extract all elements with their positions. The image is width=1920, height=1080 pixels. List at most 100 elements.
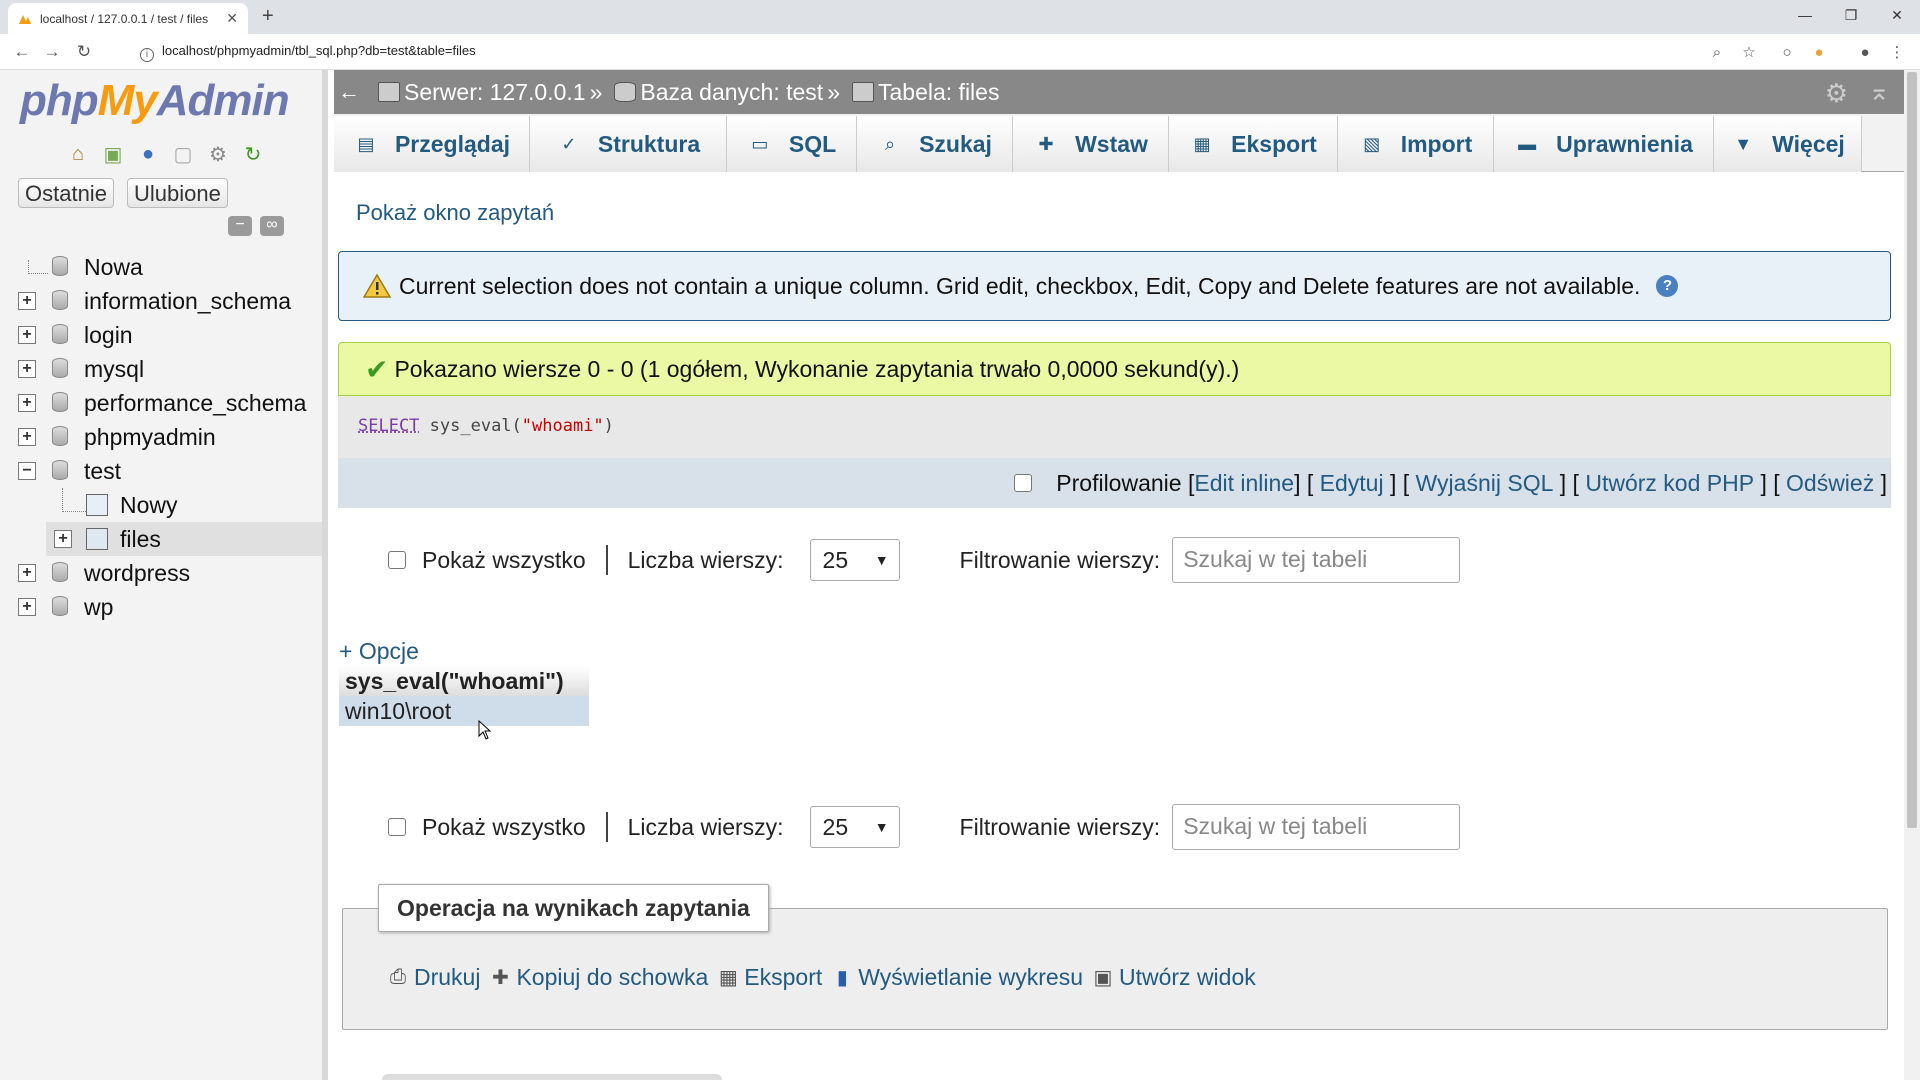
database-icon (52, 596, 68, 616)
edit-inline-link[interactable]: Edit inline (1194, 470, 1294, 497)
tab-import[interactable]: ▧ Import (1338, 116, 1494, 172)
recent-tables-button[interactable]: Ostatnie (18, 178, 114, 208)
expand-icon[interactable]: + (18, 360, 36, 378)
logout-icon[interactable]: ▣ (99, 140, 127, 168)
page-scrollbar[interactable] (1904, 70, 1920, 1080)
export-link[interactable]: ▦ Eksport (716, 964, 822, 991)
tab-more[interactable]: ▼ Więcej (1714, 116, 1862, 172)
minimize-button[interactable]: — (1782, 0, 1828, 30)
rows-per-page-select[interactable]: 25 ▼ (809, 539, 900, 581)
tree-item-wp[interactable]: + wp (0, 590, 322, 624)
breadcrumb-separator: » (589, 78, 603, 105)
close-tab-icon[interactable]: ✕ (226, 10, 238, 27)
tab-export[interactable]: ▦ Eksport (1169, 116, 1338, 172)
profiling-checkbox[interactable] (1014, 474, 1033, 492)
extension-icon[interactable]: ○ (1778, 43, 1796, 61)
breadcrumb-database[interactable]: Baza danych: test (614, 79, 823, 106)
browse-icon: ▤ (357, 133, 375, 154)
browser-tab[interactable]: localhost / 127.0.0.1 / test / files ✕ (8, 3, 248, 34)
tree-item-phpmyadmin[interactable]: + phpmyadmin (0, 420, 322, 454)
tree-item-test[interactable]: − test (0, 454, 322, 488)
docs-icon[interactable]: ▢ (169, 140, 197, 168)
scrollbar-thumb[interactable] (1907, 72, 1917, 828)
collapse-icon[interactable]: − (18, 462, 36, 480)
tree-item-login[interactable]: + login (0, 318, 322, 352)
settings-icon[interactable]: ⚙ (204, 140, 232, 168)
address-bar[interactable]: i localhost/phpmyadmin/tbl_sql.php?db=tes… (140, 43, 476, 62)
help-icon[interactable]: ● (134, 140, 162, 168)
zoom-icon[interactable]: ⌕ (1708, 43, 1726, 61)
back-icon[interactable]: ← (12, 42, 32, 62)
print-link[interactable]: ⎙ Drukuj (386, 964, 480, 991)
expand-icon[interactable]: + (18, 564, 36, 582)
breadcrumb-server[interactable]: Serwer: 127.0.0.1 (378, 79, 586, 106)
reload-nav-icon[interactable]: ↻ (239, 140, 267, 168)
printer-icon: ⎙ (390, 966, 406, 988)
create-view-link[interactable]: ▣ Utwórz widok (1091, 964, 1256, 991)
reload-icon[interactable]: ↻ (74, 42, 94, 62)
collapse-all-icon[interactable]: − (228, 216, 252, 236)
expand-icon[interactable]: + (54, 530, 72, 548)
notice-box: Current selection does not contain a uni… (338, 251, 1891, 321)
tab-insert[interactable]: ✚ Wstaw (1013, 116, 1169, 172)
browser-tabstrip: localhost / 127.0.0.1 / test / files ✕ +… (0, 0, 1920, 34)
tree-item-performance-schema[interactable]: + performance_schema (0, 386, 322, 420)
explain-sql-link[interactable]: Wyjaśnij SQL (1416, 470, 1554, 497)
tab-privileges[interactable]: ▬ Uprawnienia (1494, 116, 1714, 172)
forward-icon[interactable]: → (42, 42, 62, 62)
expand-icon[interactable]: + (18, 326, 36, 344)
database-icon (52, 426, 68, 446)
breadcrumb-table[interactable]: Tabela: files (852, 79, 999, 106)
tree-item-files[interactable]: + files (46, 522, 322, 556)
create-php-code-link[interactable]: Utwórz kod PHP (1585, 470, 1754, 497)
profile-icon[interactable]: ● (1856, 43, 1874, 61)
show-all-checkbox[interactable] (388, 818, 406, 836)
expand-icon[interactable]: + (18, 428, 36, 446)
settings-gear-icon[interactable]: ⚙ (1825, 78, 1848, 109)
tab-structure[interactable]: ✓ Struktura (530, 116, 727, 172)
tree-item-wordpress[interactable]: + wordpress (0, 556, 322, 590)
tree-item-mysql[interactable]: + mysql (0, 352, 322, 386)
info-icon[interactable]: i (140, 48, 154, 62)
tab-sql[interactable]: ▭ SQL (727, 116, 857, 172)
refresh-link[interactable]: Odśwież (1786, 470, 1874, 497)
link-with-main-icon[interactable]: ∞ (260, 216, 284, 236)
new-tab-button[interactable]: + (262, 5, 274, 28)
cookie-extension-icon[interactable]: ● (1810, 43, 1828, 61)
menu-kebab-icon[interactable]: ⋮ (1888, 43, 1906, 61)
tree-item-new-table[interactable]: Nowy (0, 488, 322, 522)
table-cell[interactable]: win10\root (339, 696, 589, 726)
show-all-checkbox[interactable] (388, 551, 406, 569)
tab-browse[interactable]: ▤ Przeglądaj (334, 116, 530, 172)
phpmyadmin-logo[interactable]: phpMyAdmin (20, 76, 290, 126)
favorite-tables-button[interactable]: Ulubione (127, 178, 228, 208)
close-window-button[interactable]: ✕ (1874, 0, 1920, 30)
rows-per-page-select[interactable]: 25 ▼ (809, 806, 900, 848)
tree-label: files (120, 525, 161, 552)
column-header[interactable]: sys_eval("whoami") (339, 666, 589, 696)
bookmark-star-icon[interactable]: ☆ (1740, 43, 1758, 61)
scroll-top-icon[interactable]: ⌅ (1868, 76, 1890, 107)
show-query-window-link[interactable]: Pokaż okno zapytań (356, 200, 554, 226)
display-chart-link[interactable]: ▮ Wyświetlanie wykresu (830, 964, 1083, 991)
copy-to-clipboard-link[interactable]: ✚ Kopiuj do schowka (488, 964, 708, 991)
filter-rows-input[interactable]: Szukaj w tej tabeli (1172, 804, 1461, 850)
filter-rows-input[interactable]: Szukaj w tej tabeli (1172, 537, 1461, 583)
home-icon[interactable]: ⌂ (64, 140, 92, 168)
options-toggle-link[interactable]: + Opcje (339, 638, 419, 665)
sql-keyword[interactable]: SELECT (358, 416, 419, 436)
edit-link[interactable]: Edytuj (1320, 470, 1384, 497)
expand-icon[interactable]: + (18, 292, 36, 310)
tree-connector (62, 488, 86, 512)
collapse-panel-icon[interactable]: ← (334, 79, 364, 105)
tab-search[interactable]: ⌕ Szukaj (857, 116, 1013, 172)
sql-query-display: SELECT sys_eval("whoami") (338, 396, 1891, 458)
tree-item-new-database[interactable]: Nowa (0, 250, 322, 284)
expand-icon[interactable]: + (18, 394, 36, 412)
help-icon[interactable]: ? (1656, 275, 1679, 297)
tree-item-information-schema[interactable]: + information_schema (0, 284, 322, 318)
maximize-button[interactable]: ❐ (1828, 0, 1874, 30)
expand-icon[interactable]: + (18, 598, 36, 616)
tree-label: Nowa (84, 253, 143, 280)
success-text: Pokazano wiersze 0 - 0 (1 ogółem, Wykona… (394, 355, 1240, 382)
